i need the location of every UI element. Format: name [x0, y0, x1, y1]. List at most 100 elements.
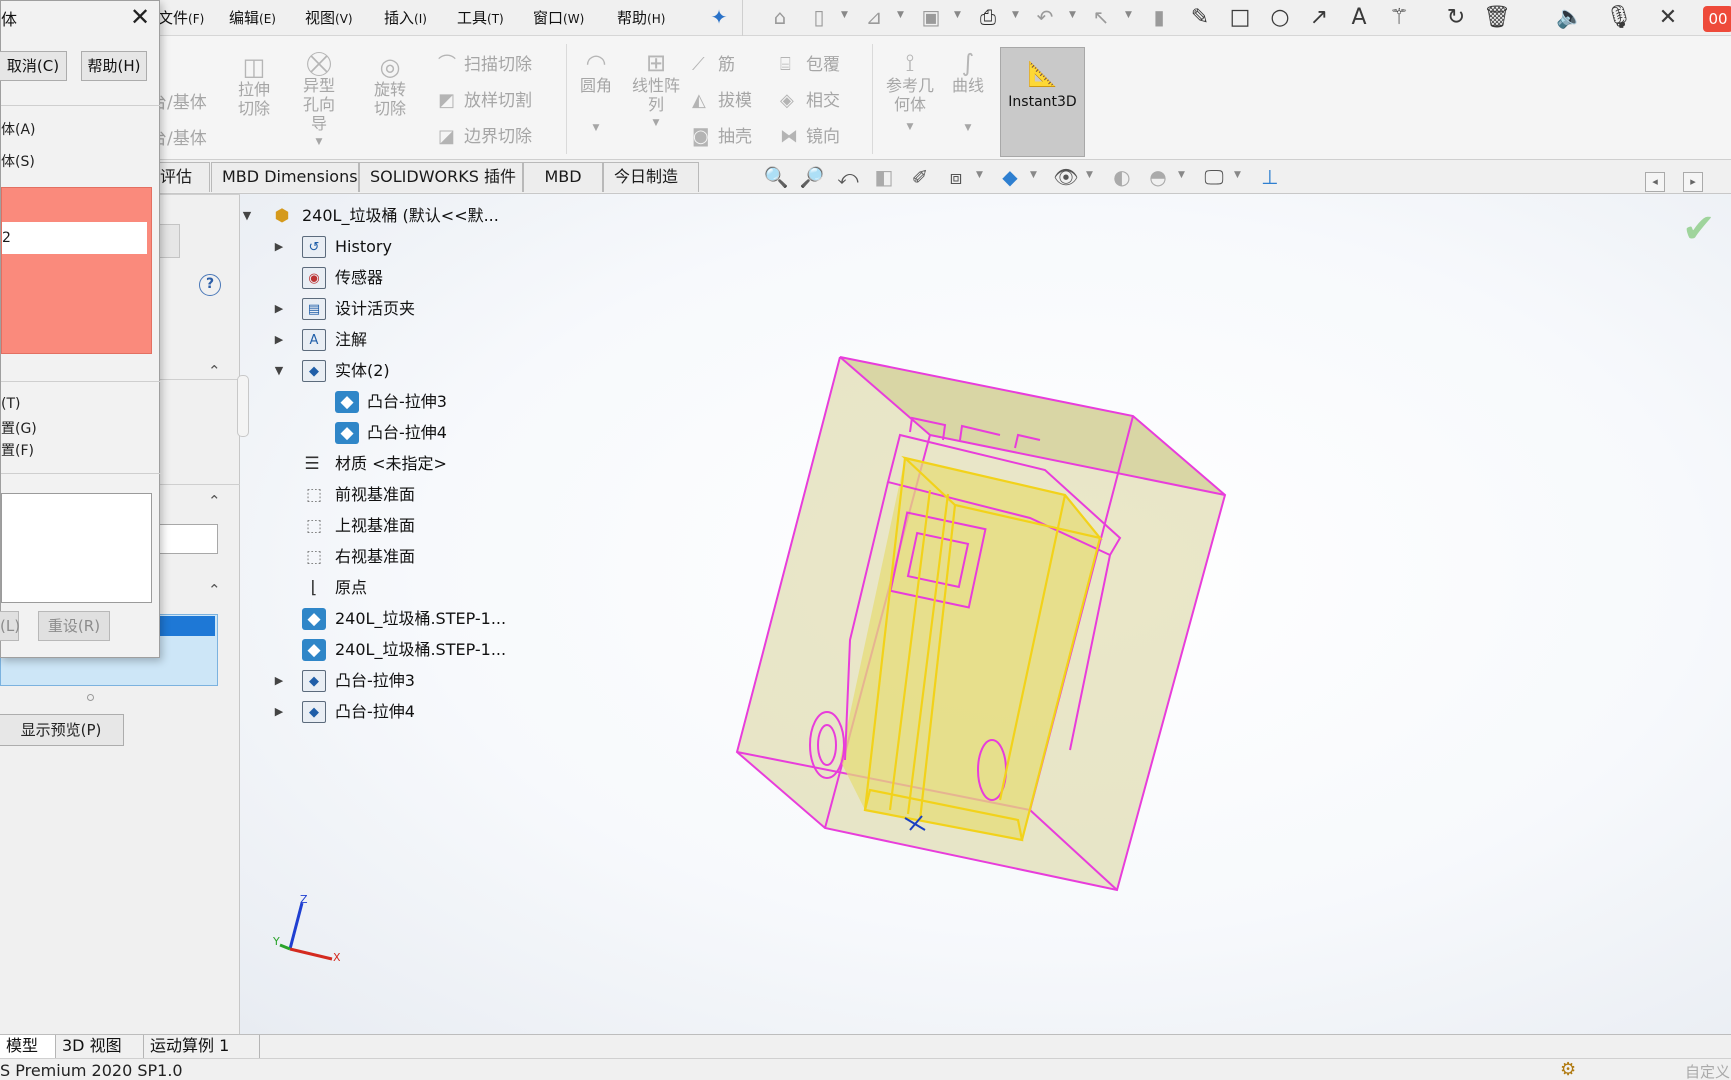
new-document-icon[interactable]: ▯ [806, 4, 832, 30]
zoom-to-area-icon[interactable]: 🔎 [798, 164, 826, 190]
menu-file[interactable]: 文件(F) [158, 7, 204, 28]
select-pointer-icon[interactable]: ↖ [1088, 4, 1114, 30]
dialog-list-box[interactable] [1, 493, 152, 603]
chevron-down-icon[interactable]: ▼ [1086, 170, 1093, 180]
chevron-down-icon[interactable]: ▼ [976, 170, 983, 180]
menu-tools[interactable]: 工具(T) [457, 7, 504, 28]
close-icon[interactable]: ✕ [1653, 4, 1683, 32]
chevron-down-icon[interactable]: ▼ [1234, 170, 1241, 180]
boundary-cut-button[interactable]: ◪ 边界切除 [438, 122, 532, 147]
linear-pattern-button[interactable]: ⊞ 线性阵列 ▼ [626, 50, 686, 133]
chevron-down-icon[interactable]: ▼ [1125, 10, 1132, 20]
menu-help[interactable]: 帮助(H) [617, 7, 665, 28]
chevron-down-icon[interactable]: ▼ [272, 357, 286, 385]
wrap-button[interactable]: ⌸ 包覆 [780, 50, 840, 75]
reset-button[interactable]: 重设(R) [38, 611, 110, 641]
rectangle-icon[interactable]: □ [1225, 4, 1255, 32]
dialog-option-t[interactable]: (T) [1, 396, 20, 412]
chevron-down-icon[interactable]: ▼ [240, 202, 254, 230]
home-icon[interactable]: ⌂ [767, 4, 793, 30]
menu-view[interactable]: 视图(V) [305, 7, 353, 28]
apply-scene-icon[interactable]: ◓ [1144, 164, 1172, 190]
selection-item-active[interactable]: 2 [2, 222, 147, 254]
swept-cut-button[interactable]: ⌒ 扫描切除 [438, 50, 532, 76]
chevron-down-icon[interactable]: ▼ [1012, 10, 1019, 20]
menu-edit[interactable]: 编辑(E) [229, 7, 276, 28]
dialog-option-s[interactable]: 体(S) [1, 151, 35, 171]
view-orientation-icon[interactable]: ⧈ [942, 164, 970, 190]
tab-mbd[interactable]: MBD [523, 162, 603, 192]
shell-button[interactable]: ◙ 抽壳 [692, 122, 752, 147]
chevron-right-icon[interactable]: ▶ [272, 667, 286, 695]
redo-rotate-icon[interactable]: ↻ [1441, 4, 1471, 32]
reference-geometry-button[interactable]: ⟟ 参考几何体 ▼ [880, 50, 940, 137]
tab-motion-study[interactable]: 运动算例 1 [144, 1035, 260, 1058]
chevron-down-icon[interactable]: ▼ [1069, 10, 1076, 20]
bodies-selection-box[interactable]: 2 [1, 187, 152, 354]
print-icon[interactable]: ⎙ [975, 4, 1001, 30]
pin-icon[interactable]: ✦ [706, 4, 732, 30]
chevron-down-icon[interactable]: ▼ [1030, 170, 1037, 180]
custom-units-text[interactable]: 自定义 [1685, 1061, 1730, 1080]
section-view-icon[interactable]: ◧ [870, 164, 898, 190]
chevron-up-icon[interactable]: ⌃ [208, 581, 221, 599]
mirror-button[interactable]: ⧓ 镜向 [780, 122, 840, 147]
cancel-button[interactable]: 取消(C) [0, 51, 67, 81]
curves-button[interactable]: ∫ 曲线 ▼ [946, 50, 990, 138]
dialog-option-a[interactable]: 体(A) [1, 119, 36, 139]
chevron-right-icon[interactable]: ▶ [272, 698, 286, 726]
lofted-cut-button[interactable]: ◩ 放样切割 [438, 86, 532, 111]
tab-model[interactable]: 模型 [0, 1035, 56, 1058]
pencil-icon[interactable]: ✎ [1185, 4, 1215, 32]
chevron-right-icon[interactable]: ▶ [272, 233, 286, 261]
help-button[interactable]: 帮助(H) [81, 51, 147, 81]
panel-input-field[interactable] [150, 524, 218, 554]
rebuild-icon[interactable]: ▮ [1146, 4, 1172, 30]
rebuild-status-icon[interactable]: ⚙ [1560, 1059, 1576, 1080]
close-icon[interactable]: ✕ [127, 3, 153, 31]
display-style-icon[interactable]: ◆ [996, 164, 1024, 190]
revolve-cut-button[interactable]: ◎ 旋转切除 [368, 54, 412, 118]
fillet-button[interactable]: ◠ 圆角 ▼ [574, 50, 618, 138]
previous-view-icon[interactable]: ⤺ [834, 164, 862, 190]
chevron-down-icon[interactable]: ▼ [954, 10, 961, 20]
chevron-up-icon[interactable]: ⌃ [208, 492, 221, 510]
chevron-up-icon[interactable]: ⌃ [208, 362, 221, 380]
microphone-icon[interactable]: 🎙 [1604, 4, 1634, 32]
circle-icon[interactable]: ○ [1265, 4, 1295, 32]
recording-badge[interactable]: 00 [1703, 6, 1731, 32]
dialog-option-g[interactable]: 置(G) [1, 418, 37, 438]
text-tool-icon[interactable]: A [1344, 4, 1374, 32]
trash-icon[interactable]: 🗑 [1482, 4, 1512, 32]
menu-insert[interactable]: 插入(I) [384, 7, 427, 28]
chevron-down-icon[interactable]: ▼ [841, 10, 848, 20]
chevron-right-icon[interactable]: ▶ [272, 326, 286, 354]
open-folder-icon[interactable]: ⊿ [861, 4, 887, 30]
magic-wand-icon[interactable]: ⚚ [1384, 4, 1414, 32]
restore-panel-icon[interactable]: ◂ [1645, 172, 1665, 192]
chevron-down-icon[interactable]: ▼ [1178, 170, 1185, 180]
tab-mbd-dimensions[interactable]: MBD Dimensions [211, 162, 359, 192]
speaker-icon[interactable]: 🔈 [1555, 4, 1585, 32]
chevron-down-icon[interactable]: ▼ [897, 10, 904, 20]
hide-show-items-icon[interactable]: 👁 [1052, 164, 1080, 190]
dynamic-annotation-icon[interactable]: ✐ [906, 164, 934, 190]
edit-appearance-icon[interactable]: ◐ [1108, 164, 1136, 190]
resize-handle[interactable] [87, 694, 94, 701]
chevron-right-icon[interactable]: ▶ [272, 295, 286, 323]
dialog-option-f[interactable]: 置(F) [1, 440, 34, 460]
extrude-cut-button[interactable]: ◫ 拉伸切除 [232, 54, 276, 118]
tab-manufacture-today[interactable]: 今日制造 [603, 162, 699, 192]
confirm-check-icon[interactable]: ✔ [1682, 206, 1716, 252]
3d-model-view[interactable] [700, 340, 1260, 900]
menu-window[interactable]: 窗口(W) [533, 7, 584, 28]
arrow-icon[interactable]: ↗ [1304, 4, 1334, 32]
zoom-to-fit-icon[interactable]: 🔍 [762, 164, 790, 190]
triad-icon[interactable]: ⊥ [1256, 164, 1284, 190]
show-preview-button[interactable]: 显示预览(P) [0, 714, 124, 746]
tab-solidworks-addins[interactable]: SOLIDWORKS 插件 [359, 162, 523, 192]
rib-button[interactable]: ⟋ 筋 [692, 50, 735, 75]
expand-panel-icon[interactable]: ▸ [1683, 172, 1703, 192]
draft-button[interactable]: ◭ 拔模 [692, 86, 752, 111]
instant3d-button[interactable]: 📐 Instant3D [1000, 47, 1085, 157]
